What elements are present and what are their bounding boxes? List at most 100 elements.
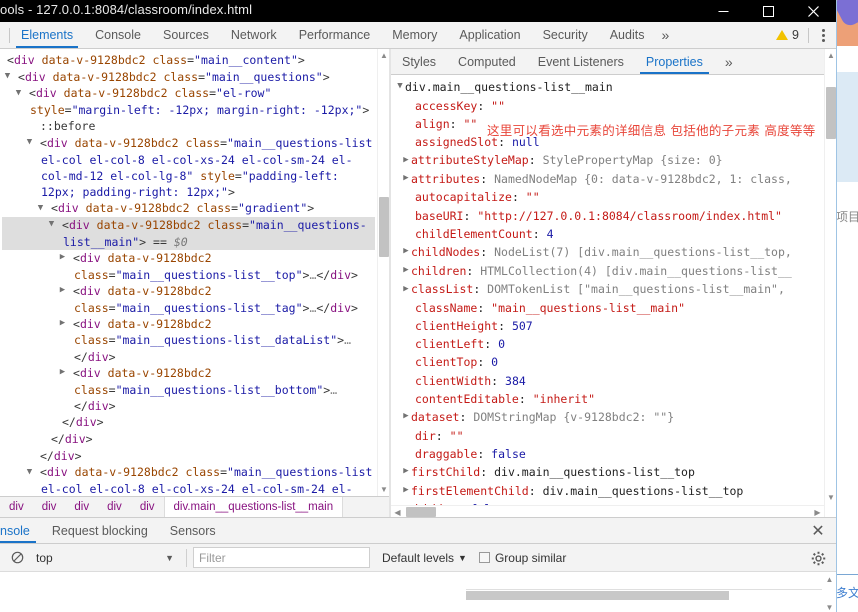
property-row[interactable]: clientWidth: 384 [395,372,824,390]
tab-memory[interactable]: Memory [381,22,448,48]
breadcrumb-item[interactable]: div [131,497,164,517]
dom-node[interactable]: ▶ <div data-v-9128bdc2 class="main__quest… [2,250,375,283]
warning-badge[interactable]: 9 [770,28,805,42]
minimize-button[interactable] [701,0,746,22]
dom-node[interactable]: ▶ <div data-v-9128bdc2 class="main__quest… [2,316,375,365]
breadcrumb-item[interactable]: div [98,497,131,517]
props-scroll-up-icon[interactable]: ▲ [825,49,836,62]
dom-node[interactable]: </div> [2,431,375,448]
property-row[interactable]: childElementCount: 4 [395,225,824,243]
main-menu-icon[interactable] [812,22,834,48]
expand-triangle-icon[interactable]: ▶ [60,364,73,380]
console-filter-input[interactable]: Filter [193,547,370,568]
dom-tree[interactable]: ▼<div data-v-9128bdc2 class="main__conte… [0,49,377,513]
expand-triangle-icon[interactable]: ▶ [60,249,73,265]
properties-horizontal-scrollbar[interactable]: ◀ ▶ [391,505,824,517]
property-row[interactable]: ▶ firstChild: div.main__questions-list__t… [395,463,824,482]
console-scroll-up-icon[interactable]: ▲ [823,573,836,585]
expand-triangle-icon[interactable]: ▶ [60,315,73,331]
props-scroll-left-icon[interactable]: ◀ [391,506,404,517]
tab-audits[interactable]: Audits [599,22,656,48]
property-row[interactable]: ▶ attributeStyleMap: StylePropertyMap {si… [395,151,824,170]
expand-triangle-icon[interactable]: ▶ [401,481,411,499]
property-row[interactable]: baseURI: "http://127.0.0.1:8084/classroo… [395,207,824,225]
props-scroll-right-icon[interactable]: ▶ [811,506,824,517]
collapse-triangle-icon[interactable]: ▼ [16,85,29,101]
props-scroll-down-icon[interactable]: ▼ [825,491,836,504]
breadcrumb[interactable]: div div div div div div.main__questions-list_… [0,496,389,517]
maximize-button[interactable] [746,0,791,22]
expand-triangle-icon[interactable]: ▶ [401,169,411,187]
properties-vertical-scrollbar[interactable]: ▲ ▼ [824,49,836,517]
props-scroll-thumb[interactable] [826,87,836,139]
property-row[interactable]: ▶ childNodes: NodeList(7) [div.main__ques… [395,243,824,262]
scroll-up-icon[interactable]: ▲ [378,49,389,62]
drawer-tab-sensors[interactable]: Sensors [159,518,227,543]
property-row[interactable]: draggable: false [395,445,824,463]
expand-triangle-icon[interactable]: ▶ [401,462,411,480]
sidebar-tab-event-listeners[interactable]: Event Listeners [527,49,635,74]
scroll-down-icon[interactable]: ▼ [378,483,389,496]
property-row[interactable]: clientLeft: 0 [395,335,824,353]
breadcrumb-item[interactable]: div.main__questions-list__main [163,497,344,517]
breadcrumb-item[interactable]: div [33,497,66,517]
more-tabs-icon[interactable]: » [655,22,675,48]
console-scroll-down-icon[interactable]: ▼ [823,601,836,612]
log-levels-select[interactable]: Default levels ▼ [382,551,467,565]
expand-triangle-icon[interactable]: ▶ [401,242,411,260]
property-row[interactable]: ▶ attributes: NamedNodeMap {0: data-v-912… [395,170,824,189]
tab-network[interactable]: Network [220,22,288,48]
property-row[interactable]: contentEditable: "inherit" [395,390,824,408]
tab-elements[interactable]: Elements [10,22,84,48]
collapse-triangle-icon[interactable]: ▼ [0,51,7,67]
properties-header-row[interactable]: ▼ div.main__questions-list__main [395,78,824,97]
console-settings-gear-icon[interactable] [808,548,828,568]
tab-performance[interactable]: Performance [288,22,382,48]
collapse-triangle-icon[interactable]: ▼ [27,464,40,480]
group-similar-checkbox[interactable] [478,552,490,563]
close-button[interactable] [791,0,836,22]
property-row[interactable]: dir: "" [395,427,824,445]
tab-sources[interactable]: Sources [152,22,220,48]
expand-triangle-icon[interactable]: ▶ [401,151,411,169]
collapse-triangle-icon[interactable]: ▼ [38,200,51,216]
dom-node[interactable]: ▶ <div data-v-9128bdc2 class="main__quest… [2,365,375,414]
expand-triangle-icon[interactable]: ▶ [401,280,411,298]
property-row[interactable]: ▶ dataset: DOMStringMap {v-9128bdc2: ""} [395,408,824,427]
dom-node[interactable]: ::before [2,118,375,135]
property-row[interactable]: className: "main__questions-list__main" [395,299,824,317]
drawer-tab-nsole[interactable]: nsole [0,518,41,543]
dom-node[interactable]: </div> [2,414,375,431]
dom-node[interactable]: ▼<div data-v-9128bdc2 class="main__conte… [2,52,375,69]
dom-tree-vertical-scrollbar[interactable]: ▲ ▼ [377,49,389,517]
sidebar-tab-styles[interactable]: Styles [391,49,447,74]
property-row[interactable]: ▶ classList: DOMTokenList ["main__questio… [395,280,824,299]
property-row[interactable]: ▶ firstElementChild: div.main__questions-… [395,482,824,501]
drawer-close-icon[interactable]: ✕ [806,518,830,543]
property-row[interactable]: ▶ children: HTMLCollection(4) [div.main__… [395,262,824,281]
expand-triangle-icon[interactable]: ▶ [401,407,411,425]
property-row[interactable]: clientTop: 0 [395,353,824,371]
dom-node[interactable]: ▼ <div data-v-9128bdc2 class="el-row" sty… [2,85,375,118]
scroll-thumb[interactable] [379,197,389,257]
expand-triangle-icon[interactable]: ▶ [401,261,411,279]
dom-node[interactable]: ▼ <div data-v-9128bdc2 class="gradient"> [2,200,375,217]
tab-application[interactable]: Application [448,22,531,48]
dom-node[interactable]: ▼ <div data-v-9128bdc2 class="main__quest… [2,69,375,86]
sidebar-tab-computed[interactable]: Computed [447,49,527,74]
tab-security[interactable]: Security [532,22,599,48]
console-vscrollbar[interactable]: ▲ ▼ [823,573,836,612]
clear-console-icon[interactable] [6,547,28,569]
collapse-triangle-icon[interactable]: ▼ [49,216,62,232]
property-row[interactable]: autocapitalize: "" [395,188,824,206]
properties-list[interactable]: ▼ div.main__questions-list__main accessKey… [391,75,824,505]
props-hscroll-thumb[interactable] [406,507,436,517]
drawer-tab-request-blocking[interactable]: Request blocking [41,518,159,543]
execution-context-select[interactable]: top ▼ [30,548,180,568]
tab-console[interactable]: Console [84,22,152,48]
sidebar-tab-properties[interactable]: Properties [635,49,714,74]
dom-node[interactable]: ▶ <div data-v-9128bdc2 class="main__quest… [2,283,375,316]
collapse-triangle-icon[interactable]: ▼ [27,134,40,150]
breadcrumb-item[interactable]: div [0,497,33,517]
dom-node[interactable]: </div> [2,448,375,465]
